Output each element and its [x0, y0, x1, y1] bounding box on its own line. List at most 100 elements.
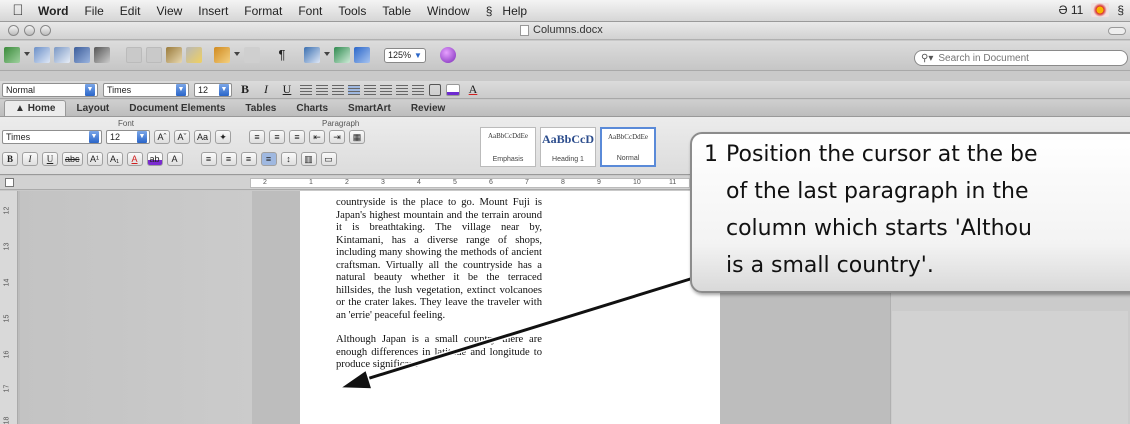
table-dropdown-icon[interactable]: [324, 52, 330, 58]
menu-table[interactable]: Table: [382, 4, 411, 18]
pilcrow-icon[interactable]: ¶: [274, 47, 290, 63]
menu-view[interactable]: View: [156, 4, 182, 18]
columns-icon[interactable]: [334, 47, 350, 63]
menu-word[interactable]: Word: [38, 4, 68, 18]
columns-button[interactable]: ▦: [349, 130, 366, 144]
undo-icon[interactable]: [214, 47, 230, 63]
script-menu-icon[interactable]: §: [1117, 3, 1124, 17]
open-icon[interactable]: [54, 47, 70, 63]
menu-window[interactable]: Window: [427, 4, 470, 18]
input-flag-icon[interactable]: [1091, 3, 1110, 17]
apple-icon[interactable]: : [8, 2, 28, 19]
shrink-font-button[interactable]: Aˇ: [174, 130, 190, 144]
underline-icon[interactable]: U: [279, 82, 295, 97]
style-heading-1[interactable]: AaBbCcD Heading 1: [540, 127, 596, 167]
tab-document-elements[interactable]: Document Elements: [119, 101, 235, 116]
style-emphasis[interactable]: AaBbCcDdEe Emphasis: [480, 127, 536, 167]
highlight-icon[interactable]: [446, 83, 460, 96]
menu-insert[interactable]: Insert: [198, 4, 228, 18]
decrease-indent-button[interactable]: ⇤: [309, 130, 326, 144]
ribbon-size-select[interactable]: 12 ▼: [106, 130, 150, 144]
ribbon-italic-button[interactable]: I: [22, 152, 38, 166]
new-document-icon[interactable]: [4, 47, 20, 63]
tab-tables[interactable]: Tables: [235, 101, 286, 116]
help-icon[interactable]: [439, 47, 456, 63]
align-right-icon[interactable]: [332, 84, 344, 95]
toolbar-toggle-button[interactable]: [1108, 27, 1126, 35]
font-size-select[interactable]: 12 ▼: [194, 82, 232, 97]
tab-smartart[interactable]: SmartArt: [338, 101, 401, 116]
format-painter-icon[interactable]: [186, 47, 202, 63]
text-column[interactable]: countryside is the place to go. Mount Fu…: [336, 197, 542, 384]
line-spacing-button[interactable]: ↕: [280, 152, 297, 166]
text-effects-button[interactable]: A: [166, 152, 183, 166]
menu-format[interactable]: Format: [244, 4, 282, 18]
ribbon-font-color-button[interactable]: A: [126, 152, 143, 166]
tab-layout[interactable]: Layout: [66, 101, 119, 116]
increase-indent-button[interactable]: ⇥: [329, 130, 346, 144]
ribbon-bold-button[interactable]: B: [2, 152, 18, 166]
templates-icon[interactable]: [34, 47, 50, 63]
align-left-icon[interactable]: [300, 84, 312, 95]
minimize-window-button[interactable]: [24, 25, 35, 36]
subscript-button[interactable]: A₁: [106, 152, 123, 166]
bulleted-list-icon[interactable]: [380, 84, 392, 95]
multilevel-button[interactable]: ≡: [289, 130, 306, 144]
shading-button[interactable]: ▥: [300, 152, 317, 166]
menu-tools[interactable]: Tools: [338, 4, 366, 18]
cut-icon[interactable]: [126, 47, 142, 63]
save-icon[interactable]: [74, 47, 90, 63]
zoom-window-button[interactable]: [40, 25, 51, 36]
menu-font[interactable]: Font: [298, 4, 322, 18]
bullets-button[interactable]: ≡: [249, 130, 266, 144]
change-case-button[interactable]: Aa: [194, 130, 212, 144]
paragraph-although[interactable]: Although Japan is a small country there …: [336, 334, 542, 372]
ribbon-justify-button[interactable]: ≡: [260, 152, 277, 166]
paste-icon[interactable]: [166, 47, 182, 63]
ribbon-align-left-button[interactable]: ≡: [200, 152, 217, 166]
search-input[interactable]: [938, 52, 1099, 64]
font-select[interactable]: Times ▼: [103, 82, 189, 97]
ribbon-align-right-button[interactable]: ≡: [240, 152, 257, 166]
redo-icon[interactable]: [244, 47, 260, 63]
tab-home[interactable]: ▲ Home: [4, 100, 67, 116]
superscript-button[interactable]: A¹: [86, 152, 103, 166]
tab-review[interactable]: Review: [401, 101, 455, 116]
ribbon-align-center-button[interactable]: ≡: [220, 152, 237, 166]
vertical-ruler[interactable]: 12 13 14 15 16 17 18: [0, 191, 18, 424]
clear-formatting-button[interactable]: ✦: [215, 130, 232, 144]
ribbon-highlight-button[interactable]: ab: [146, 152, 163, 166]
menu-help[interactable]: Help: [502, 4, 527, 18]
sidebar-icon[interactable]: [354, 47, 370, 63]
ribbon-font-select[interactable]: Times ▼: [2, 130, 102, 144]
search-field[interactable]: ⚲▾: [914, 50, 1128, 66]
align-center-icon[interactable]: [316, 84, 328, 95]
paragraph-countryside[interactable]: countryside is the place to go. Mount Fu…: [336, 197, 542, 322]
increase-indent-icon[interactable]: [412, 84, 424, 95]
close-window-button[interactable]: [8, 25, 19, 36]
style-select[interactable]: Normal ▼: [2, 82, 98, 97]
text-box-button[interactable]: ▭: [320, 152, 337, 166]
menu-file[interactable]: File: [84, 4, 103, 18]
justify-icon[interactable]: [348, 84, 360, 95]
decrease-indent-icon[interactable]: [396, 84, 408, 95]
print-icon[interactable]: [94, 47, 110, 63]
tab-stop-selector[interactable]: [5, 178, 14, 187]
menu-edit[interactable]: Edit: [120, 4, 141, 18]
status-badge[interactable]: Ә 11: [1058, 3, 1083, 17]
zoom-control[interactable]: 125% ▼: [384, 47, 426, 63]
bold-icon[interactable]: B: [237, 82, 253, 97]
document-page[interactable]: countryside is the place to go. Mount Fu…: [300, 191, 720, 424]
grow-font-button[interactable]: Aˆ: [154, 130, 170, 144]
font-color-icon[interactable]: A: [465, 82, 481, 97]
strikethrough-button[interactable]: abc: [62, 152, 83, 166]
numbering-button[interactable]: ≡: [269, 130, 286, 144]
table-icon[interactable]: [304, 47, 320, 63]
script-icon[interactable]: §: [486, 4, 493, 18]
borders-icon[interactable]: [429, 83, 441, 96]
copy-icon[interactable]: [146, 47, 162, 63]
undo-dropdown-icon[interactable]: [234, 52, 240, 58]
tab-charts[interactable]: Charts: [286, 101, 338, 116]
italic-icon[interactable]: I: [258, 82, 274, 97]
style-normal[interactable]: AaBbCcDdEe Normal: [600, 127, 656, 167]
